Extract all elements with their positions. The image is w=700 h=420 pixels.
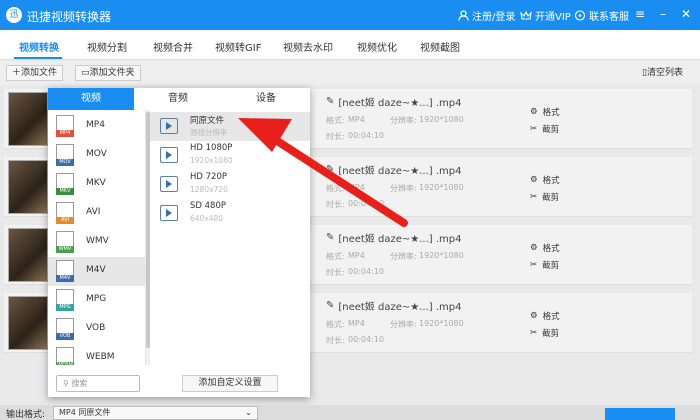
convert-all-button[interactable] <box>605 408 675 420</box>
annotation-arrow <box>238 118 408 227</box>
output-format-select[interactable]: MP4 同原文件 ⌄ <box>53 406 258 420</box>
output-format-label: 输出格式: <box>6 410 46 420</box>
output-bar: 输出格式: MP4 同原文件 ⌄ <box>0 405 700 420</box>
output-format-value: MP4 同原文件 <box>59 408 111 417</box>
chevron-down-icon: ⌄ <box>245 408 252 417</box>
